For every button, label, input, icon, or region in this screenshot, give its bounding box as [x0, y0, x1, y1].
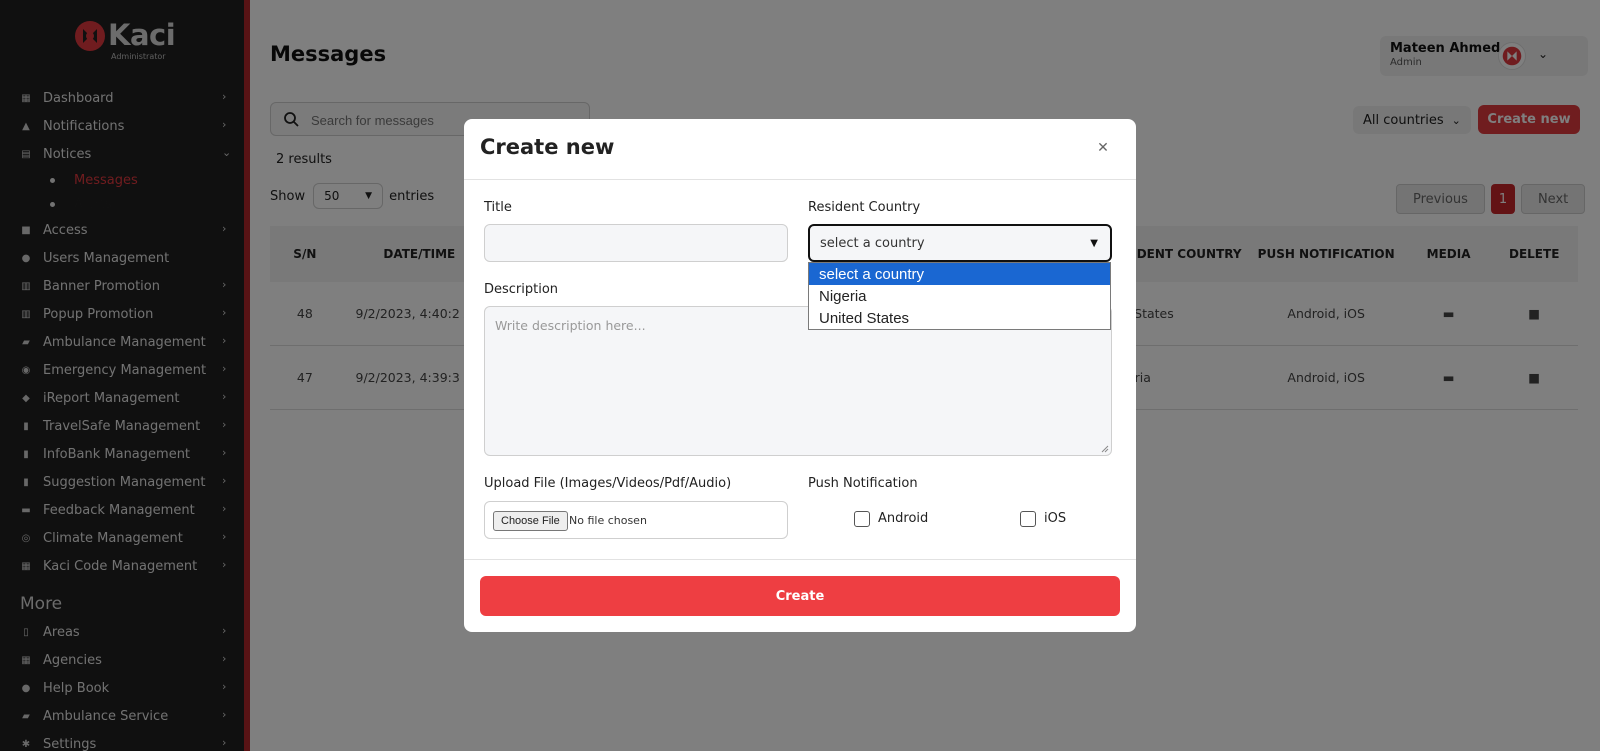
modal-title: Create new	[480, 135, 615, 159]
description-placeholder: Write description here...	[495, 318, 646, 333]
create-new-modal: Create new ✕ Title Resident Country sele…	[464, 119, 1136, 632]
country-option[interactable]: select a country	[809, 263, 1110, 285]
country-select[interactable]: select a country ▼	[808, 224, 1112, 262]
country-option[interactable]: United States	[809, 307, 1110, 329]
file-upload[interactable]: Choose File No file chosen	[484, 501, 788, 539]
title-label: Title	[484, 200, 512, 215]
divider	[464, 179, 1136, 180]
caret-down-icon: ▼	[1090, 238, 1098, 249]
push-notification-label: Push Notification	[808, 476, 918, 491]
upload-label: Upload File (Images/Videos/Pdf/Audio)	[484, 476, 732, 491]
country-option[interactable]: Nigeria	[809, 285, 1110, 307]
resize-handle-icon[interactable]	[1101, 445, 1109, 453]
description-label: Description	[484, 282, 559, 297]
title-input[interactable]	[484, 224, 788, 262]
close-icon[interactable]: ✕	[1096, 141, 1110, 155]
country-dropdown-list: select a country Nigeria United States	[808, 262, 1111, 330]
divider	[464, 559, 1136, 560]
android-checkbox[interactable]	[854, 511, 870, 527]
no-file-text: No file chosen	[569, 514, 647, 527]
ios-label: iOS	[1044, 511, 1067, 526]
choose-file-button[interactable]: Choose File	[493, 511, 568, 531]
android-label: Android	[878, 511, 929, 526]
ios-checkbox[interactable]	[1020, 511, 1036, 527]
create-button[interactable]: Create	[480, 576, 1120, 616]
country-label: Resident Country	[808, 200, 921, 215]
